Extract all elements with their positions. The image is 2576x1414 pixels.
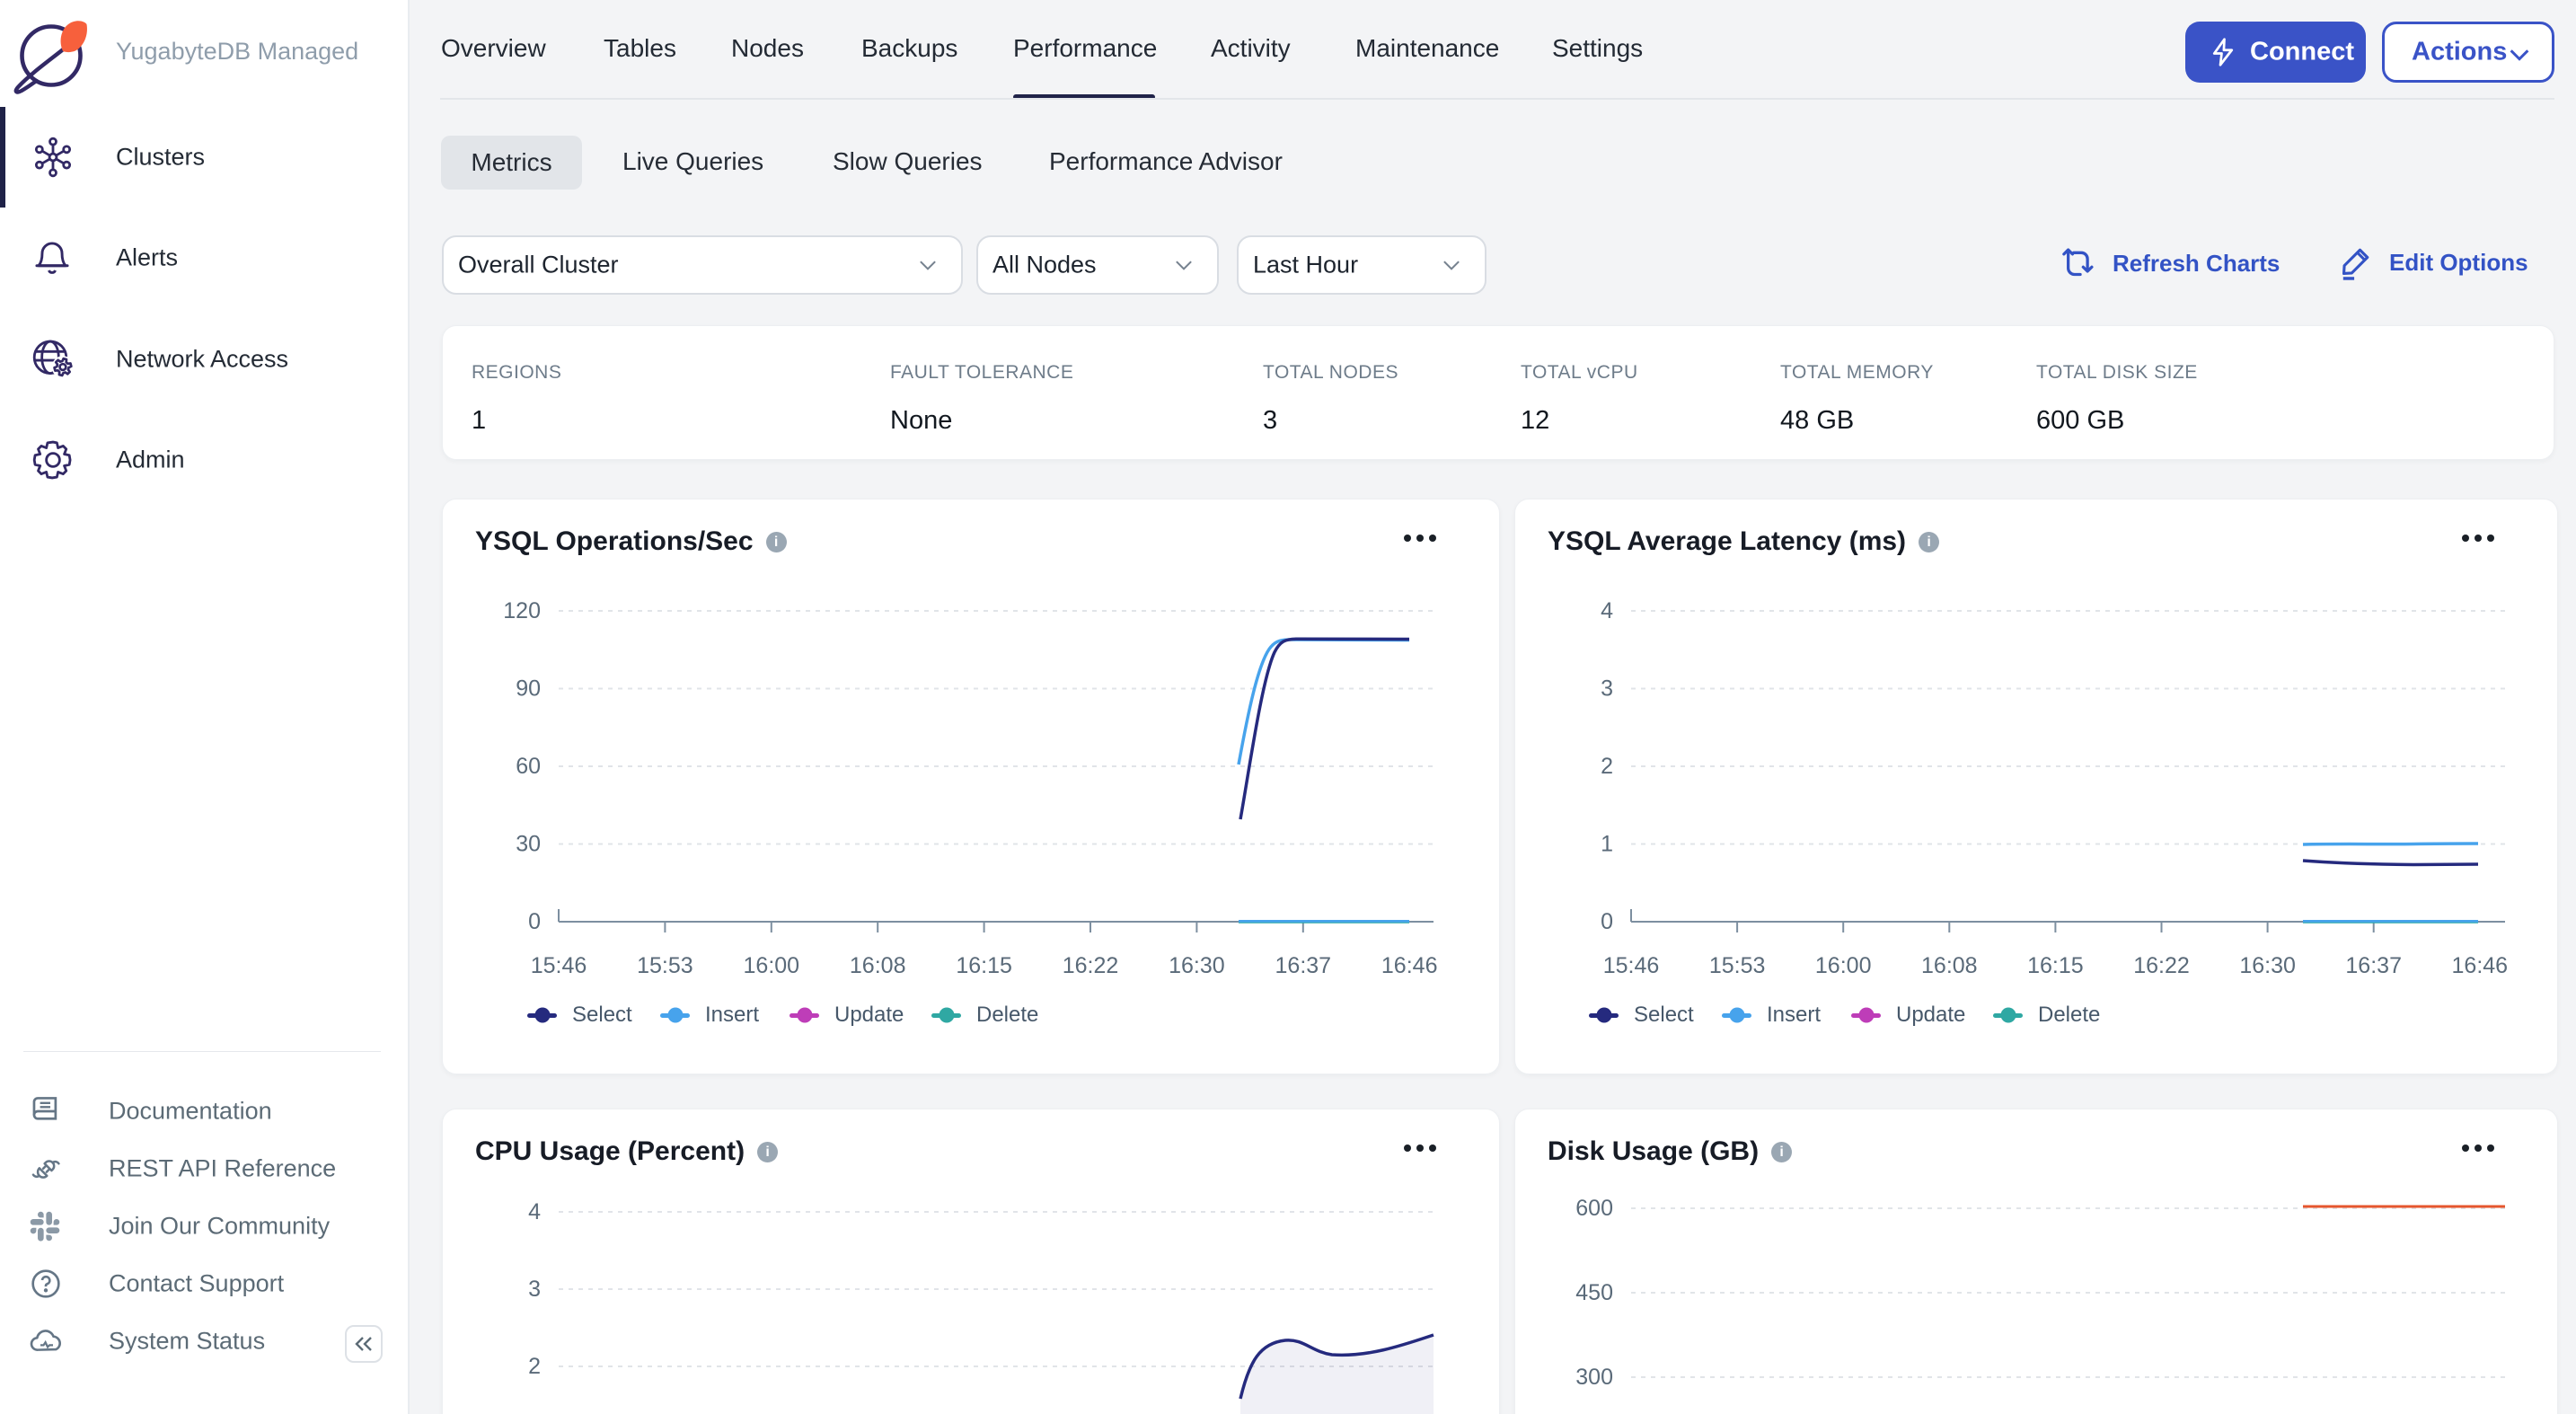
- svg-text:0: 0: [1601, 909, 1613, 934]
- svg-text:60: 60: [516, 754, 541, 779]
- svg-text:16:46: 16:46: [1381, 953, 1438, 978]
- svg-text:15:46: 15:46: [531, 953, 587, 978]
- svg-text:16:30: 16:30: [2239, 953, 2296, 978]
- svg-text:16:37: 16:37: [2345, 953, 2402, 978]
- svg-text:16:00: 16:00: [1815, 953, 1872, 978]
- svg-text:15:46: 15:46: [1603, 953, 1660, 978]
- svg-text:300: 300: [1575, 1365, 1613, 1390]
- svg-text:16:37: 16:37: [1275, 953, 1332, 978]
- svg-text:16:08: 16:08: [850, 953, 906, 978]
- svg-text:16:15: 16:15: [2027, 953, 2084, 978]
- svg-text:0: 0: [528, 909, 541, 934]
- svg-text:30: 30: [516, 832, 541, 857]
- svg-text:15:53: 15:53: [637, 953, 693, 978]
- svg-text:3: 3: [528, 1277, 541, 1302]
- svg-text:16:08: 16:08: [1921, 953, 1978, 978]
- svg-text:16:46: 16:46: [2452, 953, 2509, 978]
- svg-text:15:53: 15:53: [1709, 953, 1766, 978]
- svg-text:1: 1: [1601, 832, 1613, 857]
- svg-text:16:22: 16:22: [2133, 953, 2190, 978]
- svg-text:4: 4: [528, 1199, 541, 1224]
- svg-text:16:22: 16:22: [1063, 953, 1119, 978]
- svg-text:2: 2: [1601, 754, 1613, 779]
- svg-text:90: 90: [516, 676, 541, 702]
- svg-text:16:15: 16:15: [956, 953, 1012, 978]
- svg-text:600: 600: [1575, 1196, 1613, 1221]
- svg-text:16:00: 16:00: [744, 953, 800, 978]
- svg-text:3: 3: [1601, 676, 1613, 702]
- svg-text:16:30: 16:30: [1169, 953, 1225, 978]
- svg-text:450: 450: [1575, 1280, 1613, 1305]
- svg-text:4: 4: [1601, 598, 1613, 623]
- svg-text:2: 2: [528, 1354, 541, 1379]
- svg-text:120: 120: [503, 598, 541, 623]
